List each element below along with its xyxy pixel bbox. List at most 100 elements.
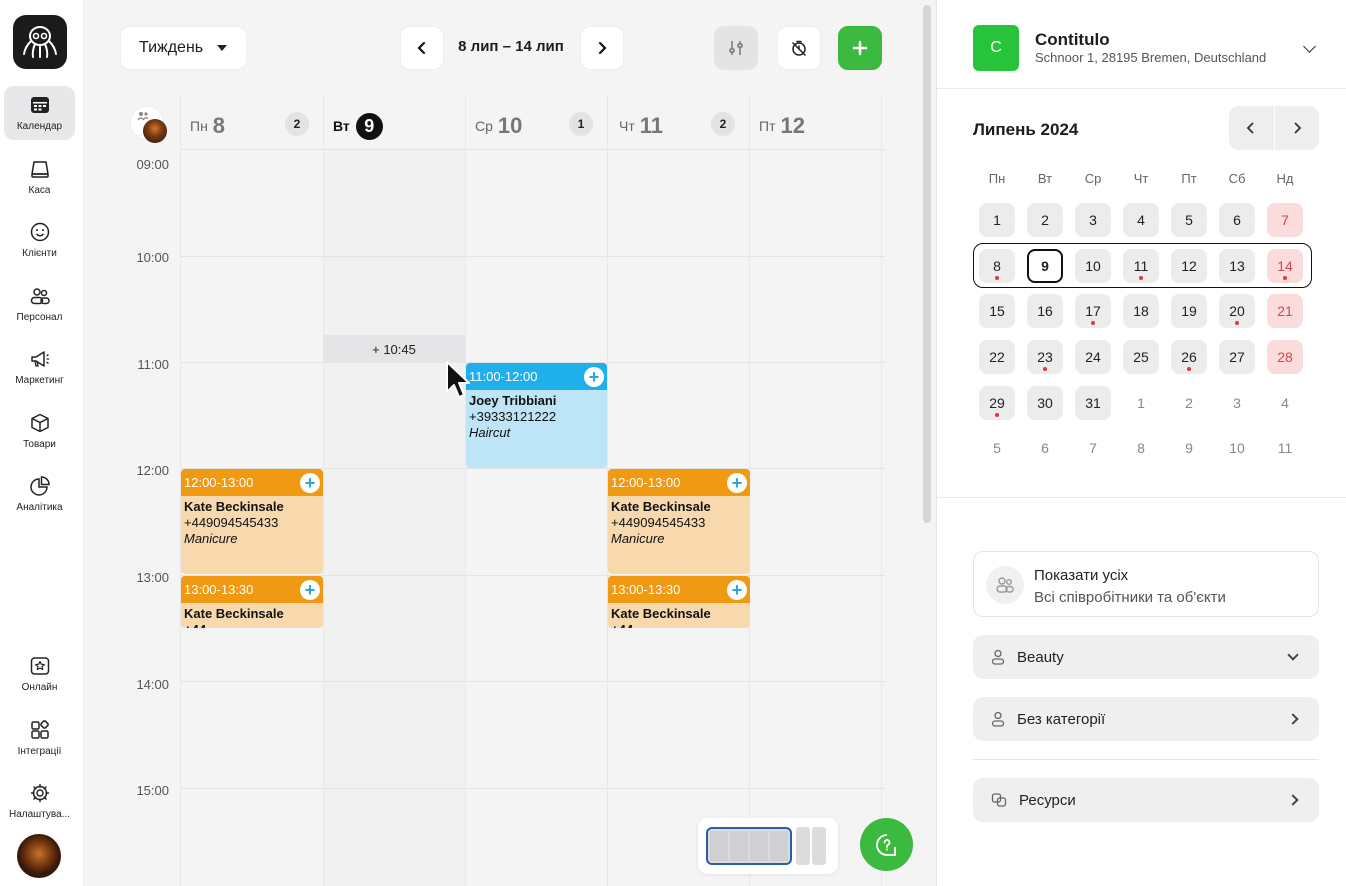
sidebar-item-calendar[interactable]: Календар bbox=[4, 86, 75, 140]
add-to-appointment-icon[interactable]: + bbox=[727, 579, 747, 600]
add-to-appointment-icon[interactable]: + bbox=[727, 472, 747, 493]
view-select[interactable]: Тиждень bbox=[120, 26, 247, 70]
filter-settings-button[interactable] bbox=[714, 26, 758, 70]
mini-calendar-day[interactable]: 11 bbox=[1267, 431, 1303, 465]
category-beauty[interactable]: Beauty bbox=[973, 635, 1319, 679]
sidebar-item-online[interactable]: Онлайн bbox=[4, 647, 75, 701]
mini-calendar-day[interactable]: 26 bbox=[1171, 340, 1207, 374]
mini-calendar-day[interactable]: 6 bbox=[1219, 203, 1255, 237]
prev-week-button[interactable] bbox=[400, 26, 444, 70]
mini-calendar-day[interactable]: 6 bbox=[1027, 431, 1063, 465]
day-header-wed[interactable]: Ср 10 bbox=[475, 106, 522, 146]
service-name: Manicure bbox=[611, 531, 665, 546]
add-appointment-button[interactable] bbox=[838, 26, 882, 70]
mini-calendar-day[interactable]: 20 bbox=[1219, 294, 1255, 328]
chevron-right-icon bbox=[598, 41, 607, 55]
hour-label: 14:00 bbox=[136, 677, 169, 692]
mini-calendar-day[interactable]: 30 bbox=[1027, 386, 1063, 420]
mini-calendar-day[interactable]: 25 bbox=[1123, 340, 1159, 374]
mini-calendar-day[interactable]: 22 bbox=[979, 340, 1015, 374]
mini-calendar-day[interactable]: 7 bbox=[1075, 431, 1111, 465]
mini-calendar-day[interactable]: 12 bbox=[1171, 249, 1207, 283]
appointment-card[interactable]: 13:00-13:30 + Kate Beckinsale +44... bbox=[608, 576, 750, 628]
category-no-category[interactable]: Без категорії bbox=[973, 697, 1319, 741]
mini-calendar-day[interactable]: 3 bbox=[1075, 203, 1111, 237]
mini-calendar-day[interactable]: 2 bbox=[1171, 386, 1207, 420]
appointment-card[interactable]: 11:00-12:00 + Joey Tribbiani +39333121222… bbox=[466, 363, 607, 468]
octopus-logo-icon[interactable] bbox=[13, 15, 67, 69]
sidebar-item-integrations[interactable]: Інтеграції bbox=[4, 711, 75, 765]
show-all-button[interactable]: Показати усіх Всі співробітники та об'єк… bbox=[973, 551, 1319, 617]
mini-calendar-day[interactable]: 1 bbox=[979, 203, 1015, 237]
help-chat-button[interactable] bbox=[860, 818, 913, 871]
resources-icon bbox=[991, 793, 1007, 807]
mini-calendar-day[interactable]: 5 bbox=[979, 431, 1015, 465]
day-header-fri[interactable]: Пт 12 bbox=[759, 106, 805, 146]
add-to-appointment-icon[interactable]: + bbox=[300, 579, 320, 600]
minimap-panel[interactable] bbox=[698, 818, 838, 874]
mini-calendar-day[interactable]: 2 bbox=[1027, 203, 1063, 237]
appointment-card[interactable]: 13:00-13:30 + Kate Beckinsale +44... bbox=[181, 576, 323, 628]
sidebar-item-staff[interactable]: Персонал bbox=[4, 277, 75, 331]
next-month-button[interactable] bbox=[1273, 106, 1320, 150]
timer-off-button[interactable] bbox=[777, 26, 821, 70]
mini-calendar-day[interactable]: 13 bbox=[1219, 249, 1255, 283]
mini-calendar-day[interactable]: 18 bbox=[1123, 294, 1159, 328]
prev-month-button[interactable] bbox=[1229, 106, 1274, 150]
mini-calendar-day[interactable]: 21 bbox=[1267, 294, 1303, 328]
mini-calendar-day[interactable]: 7 bbox=[1267, 203, 1303, 237]
mini-calendar-day[interactable]: 9 bbox=[1027, 249, 1063, 283]
mini-calendar-day[interactable]: 4 bbox=[1123, 203, 1159, 237]
sidebar-item-cash[interactable]: Каса bbox=[4, 150, 75, 204]
company-name[interactable]: Contitulo bbox=[1035, 30, 1110, 50]
sidebar-item-label: Каса bbox=[28, 185, 51, 196]
day-header-mon[interactable]: Пн 8 bbox=[190, 106, 225, 146]
mini-calendar-day[interactable]: 29 bbox=[979, 386, 1015, 420]
has-appointments-dot bbox=[995, 276, 999, 280]
next-week-button[interactable] bbox=[580, 26, 624, 70]
company-chevron-down-icon[interactable] bbox=[1303, 40, 1316, 53]
resources-button[interactable]: Ресурси bbox=[973, 778, 1319, 822]
staff-column-avatar[interactable] bbox=[130, 106, 167, 143]
mini-calendar-day[interactable]: 9 bbox=[1171, 431, 1207, 465]
mini-calendar-day[interactable]: 8 bbox=[1123, 431, 1159, 465]
sidebar-item-analytics[interactable]: Аналітика bbox=[4, 467, 75, 521]
mini-calendar-day[interactable]: 10 bbox=[1075, 249, 1111, 283]
mini-calendar-day[interactable]: 5 bbox=[1171, 203, 1207, 237]
day-header-tue[interactable]: Вт 9 bbox=[333, 106, 383, 146]
mini-calendar-day[interactable]: 16 bbox=[1027, 294, 1063, 328]
mini-calendar-day[interactable]: 14 bbox=[1267, 249, 1303, 283]
mini-calendar-day[interactable]: 1 bbox=[1123, 386, 1159, 420]
mini-calendar-day[interactable]: 27 bbox=[1219, 340, 1255, 374]
appointment-card[interactable]: 12:00-13:00 + Kate Beckinsale +4490945454… bbox=[181, 469, 323, 574]
mini-calendar-day[interactable]: 23 bbox=[1027, 340, 1063, 374]
mini-calendar-day[interactable]: 28 bbox=[1267, 340, 1303, 374]
minimap-viewport[interactable] bbox=[706, 827, 792, 865]
mini-calendar-day[interactable]: 8 bbox=[979, 249, 1015, 283]
add-to-appointment-icon[interactable]: + bbox=[300, 472, 320, 493]
sidebar-item-clients[interactable]: Клієнти bbox=[4, 213, 75, 267]
mini-calendar-day[interactable]: 11 bbox=[1123, 249, 1159, 283]
mini-calendar-day[interactable]: 10 bbox=[1219, 431, 1255, 465]
sidebar-item-products[interactable]: Товари bbox=[4, 404, 75, 458]
sidebar-item-settings[interactable]: Налаштува... bbox=[4, 774, 75, 828]
calendar-icon bbox=[30, 97, 49, 113]
sidebar-item-marketing[interactable]: Маркетинг bbox=[4, 340, 75, 394]
mini-calendar-day-number: 9 bbox=[1041, 258, 1049, 274]
mini-calendar-day[interactable]: 17 bbox=[1075, 294, 1111, 328]
new-slot-hover[interactable]: + 10:45 bbox=[323, 335, 465, 363]
mini-calendar-day[interactable]: 3 bbox=[1219, 386, 1255, 420]
vertical-scrollbar[interactable] bbox=[923, 5, 931, 523]
mini-calendar-day[interactable]: 31 bbox=[1075, 386, 1111, 420]
day-header-thu[interactable]: Чт 11 bbox=[619, 106, 663, 146]
mini-calendar-day[interactable]: 19 bbox=[1171, 294, 1207, 328]
mini-calendar-day[interactable]: 15 bbox=[979, 294, 1015, 328]
mini-calendar-day[interactable]: 4 bbox=[1267, 386, 1303, 420]
mini-calendar-day[interactable]: 24 bbox=[1075, 340, 1111, 374]
mini-calendar-day-number: 10 bbox=[1085, 258, 1101, 274]
user-avatar[interactable] bbox=[17, 834, 61, 878]
mini-calendar-day-number: 2 bbox=[1185, 395, 1193, 411]
cash-register-icon bbox=[30, 161, 49, 178]
add-to-appointment-icon[interactable]: + bbox=[584, 366, 604, 387]
appointment-card[interactable]: 12:00-13:00 + Kate Beckinsale +4490945454… bbox=[608, 469, 750, 574]
